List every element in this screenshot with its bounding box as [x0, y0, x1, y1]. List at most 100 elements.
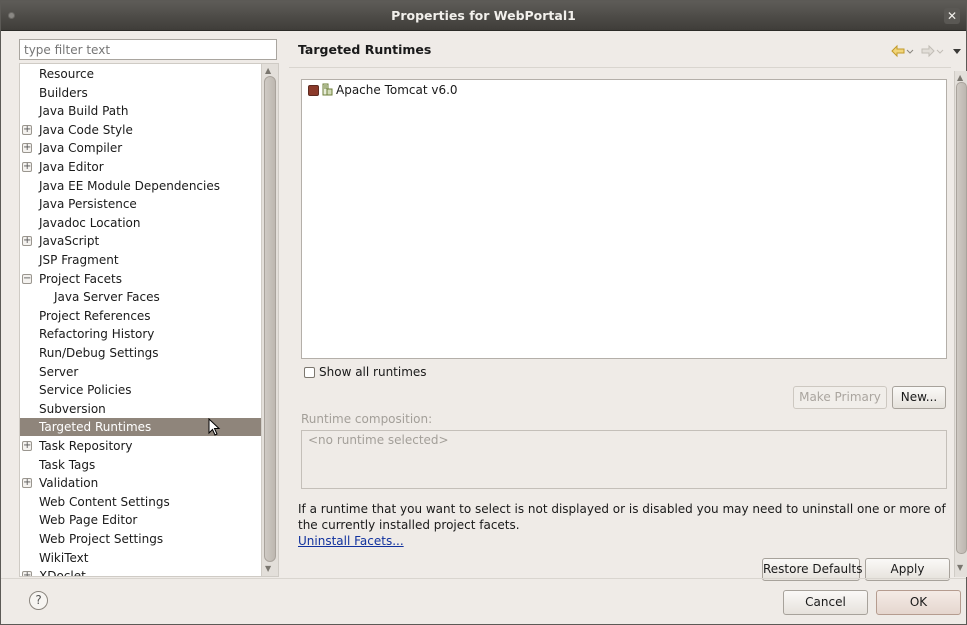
- tree-item[interactable]: Java Persistence: [20, 195, 261, 213]
- tree-item[interactable]: Run/Debug Settings: [20, 344, 261, 362]
- tree-item[interactable]: Service Policies: [20, 381, 261, 399]
- tree-item-label: JSP Fragment: [39, 253, 119, 267]
- tree-item-label: Project Facets: [39, 271, 122, 286]
- expand-icon[interactable]: +: [22, 441, 32, 451]
- forward-arrow-icon: [921, 44, 944, 58]
- heading-separator: [289, 67, 951, 68]
- tree-item[interactable]: Web Page Editor: [20, 511, 261, 529]
- runtime-info-text: If a runtime that you want to select is …: [298, 502, 946, 532]
- back-arrow-icon: [891, 44, 914, 58]
- tree-item[interactable]: WikiText: [20, 549, 261, 567]
- runtime-label: Apache Tomcat v6.0: [336, 83, 458, 97]
- show-all-runtimes-label: Show all runtimes: [319, 365, 427, 379]
- tree-item-label: Java Compiler: [39, 141, 123, 156]
- close-icon[interactable]: ✕: [944, 8, 960, 24]
- expand-icon[interactable]: +: [22, 162, 32, 172]
- tree-item-label: Web Page Editor: [39, 513, 138, 528]
- uninstall-facets-link[interactable]: Uninstall Facets...: [298, 534, 404, 548]
- tree-item[interactable]: Java Build Path: [20, 102, 261, 120]
- page-title: Targeted Runtimes: [298, 42, 432, 57]
- page-scroll-thumb[interactable]: [956, 82, 967, 554]
- scroll-down-icon[interactable]: ▼: [957, 563, 963, 572]
- server-runtime-icon: [322, 83, 333, 96]
- window-title: Properties for WebPortal1: [391, 8, 576, 23]
- tree-item-label: WikiText: [39, 550, 89, 565]
- tree-item[interactable]: Web Content Settings: [20, 493, 261, 511]
- tree-item[interactable]: − Project Facets: [20, 270, 261, 288]
- expand-icon[interactable]: +: [22, 571, 32, 576]
- tree-item[interactable]: + Java Editor: [20, 158, 261, 176]
- tree-item[interactable]: Server: [20, 363, 261, 381]
- help-icon[interactable]: ?: [29, 591, 48, 610]
- tree-item-label: Refactoring History: [39, 327, 155, 342]
- tree-item[interactable]: Targeted Runtimes: [20, 418, 261, 437]
- scroll-up-icon[interactable]: ▲: [957, 73, 963, 82]
- properties-dialog: Properties for WebPortal1 ✕ Resource Buil…: [0, 0, 967, 625]
- view-menu-icon: [953, 49, 961, 54]
- tree-item-label: JavaScript: [39, 234, 100, 249]
- tree-item-label: Targeted Runtimes: [39, 420, 152, 435]
- tree-item[interactable]: + Java Compiler: [20, 139, 261, 157]
- tree-item-label: Web Content Settings: [39, 494, 170, 509]
- tree-item[interactable]: Java EE Module Dependencies: [20, 177, 261, 195]
- property-page-tree: Resource Builders Java Build Path + Java Cod…: [19, 63, 279, 577]
- tree-item[interactable]: Subversion: [20, 400, 261, 418]
- tree-item-label: Java Code Style: [39, 122, 133, 137]
- tree-item[interactable]: Web Project Settings: [20, 530, 261, 548]
- page-scrollbar[interactable]: ▲ ▼: [954, 71, 967, 577]
- tree-item-label: Resource: [39, 67, 95, 81]
- filter-input[interactable]: [19, 39, 277, 60]
- history-navigation[interactable]: [891, 44, 963, 58]
- tree-item-label: Subversion: [39, 401, 106, 416]
- tree-scrollbar[interactable]: ▲ ▼: [261, 64, 278, 576]
- mouse-cursor-icon: [208, 418, 221, 436]
- scroll-down-icon[interactable]: ▼: [265, 564, 271, 573]
- tree-item-label: Builders: [39, 85, 88, 100]
- expand-icon[interactable]: +: [22, 124, 32, 135]
- tree-item[interactable]: Task Tags: [20, 456, 261, 474]
- title-bar[interactable]: Properties for WebPortal1 ✕: [1, 1, 966, 31]
- expand-icon[interactable]: +: [22, 236, 32, 247]
- tree-item[interactable]: JSP Fragment: [20, 251, 261, 269]
- show-all-runtimes-checkbox[interactable]: [304, 367, 315, 378]
- tree-item-label: Java Server Faces: [54, 290, 160, 305]
- runtime-composition-box: <no runtime selected>: [301, 430, 947, 489]
- expand-icon[interactable]: +: [22, 143, 32, 154]
- collapse-icon[interactable]: −: [22, 273, 32, 284]
- tree-item[interactable]: Java Server Faces: [20, 288, 261, 306]
- tree-item-label: XDoclet: [39, 569, 86, 577]
- tree-item-label: Javadoc Location: [39, 215, 141, 230]
- tree-item-label: Task Tags: [39, 457, 96, 472]
- tree-item-label: Java Build Path: [39, 104, 129, 119]
- tree-item-label: Project References: [39, 308, 151, 323]
- cancel-button[interactable]: Cancel: [783, 590, 868, 615]
- tree-item[interactable]: + JavaScript: [20, 232, 261, 250]
- tree-scroll-thumb[interactable]: [264, 76, 276, 562]
- tree-item[interactable]: Builders: [20, 84, 261, 102]
- scroll-up-icon[interactable]: ▲: [265, 66, 271, 75]
- tree-item-label: Web Project Settings: [39, 532, 164, 546]
- tree-item-label: Run/Debug Settings: [39, 346, 159, 360]
- ok-button[interactable]: OK: [876, 590, 961, 615]
- tree-item-label: Server: [39, 364, 79, 379]
- tree-item[interactable]: Javadoc Location: [20, 214, 261, 232]
- tree-item[interactable]: Resource: [20, 65, 261, 83]
- tree-item-label: Service Policies: [39, 383, 132, 398]
- footer-separator: [1, 578, 966, 579]
- tree-item[interactable]: + Validation: [20, 474, 261, 492]
- new-runtime-button[interactable]: New...: [892, 386, 946, 409]
- tree-item[interactable]: + Task Repository: [20, 437, 261, 455]
- tree-item[interactable]: + Java Code Style: [20, 121, 261, 139]
- tree-item-label: Java EE Module Dependencies: [39, 178, 220, 193]
- tree-item[interactable]: Project References: [20, 307, 261, 325]
- tree-item-label: Task Repository: [39, 439, 133, 453]
- tree-item-label: Validation: [39, 476, 99, 491]
- make-primary-button[interactable]: Make Primary: [793, 386, 887, 409]
- runtime-checkbox[interactable]: [308, 85, 319, 96]
- tree-item[interactable]: + XDoclet: [20, 567, 261, 577]
- tree-item-label: Java Persistence: [39, 197, 137, 212]
- tree-item-label: Java Editor: [39, 160, 104, 174]
- expand-icon[interactable]: +: [22, 478, 32, 489]
- tree-item[interactable]: Refactoring History: [20, 325, 261, 343]
- runtimes-list: Apache Tomcat v6.0: [301, 79, 947, 359]
